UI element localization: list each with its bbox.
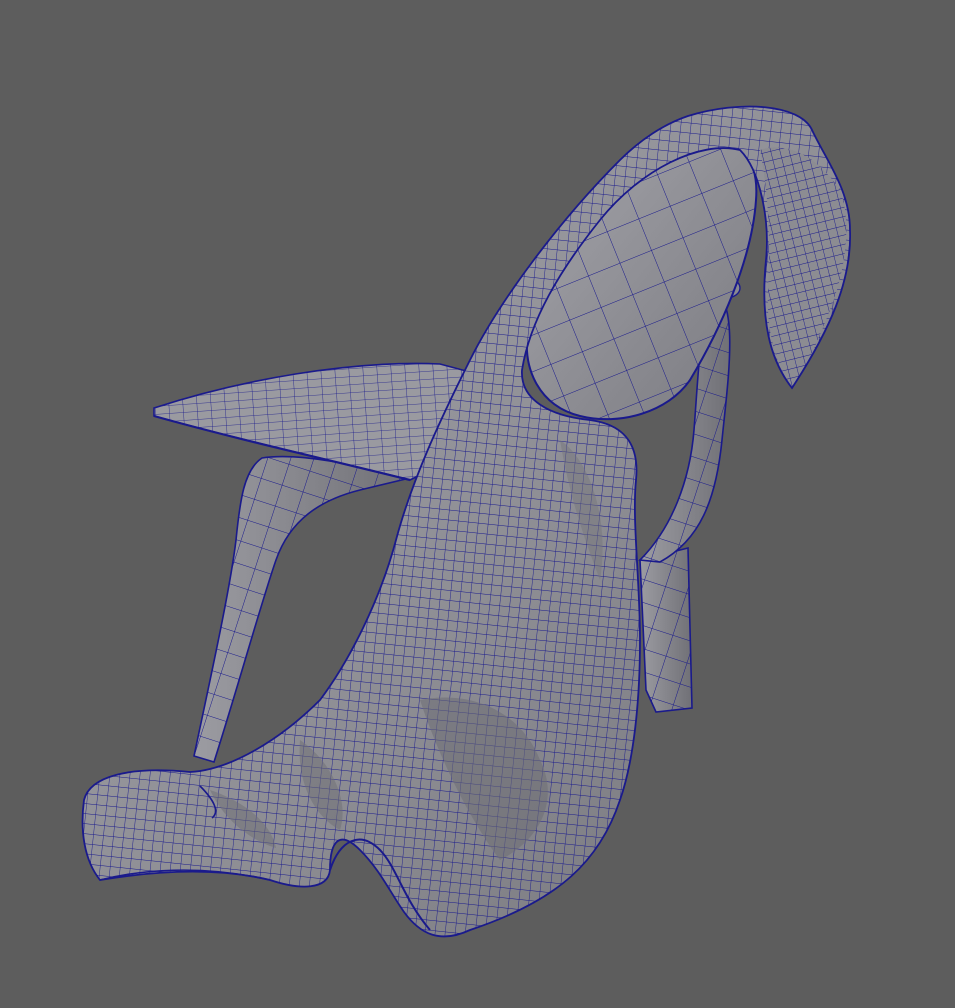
chair-back-leg[interactable]	[639, 546, 693, 713]
viewport-canvas[interactable]	[0, 0, 955, 1008]
3d-viewport[interactable]	[0, 0, 955, 1008]
